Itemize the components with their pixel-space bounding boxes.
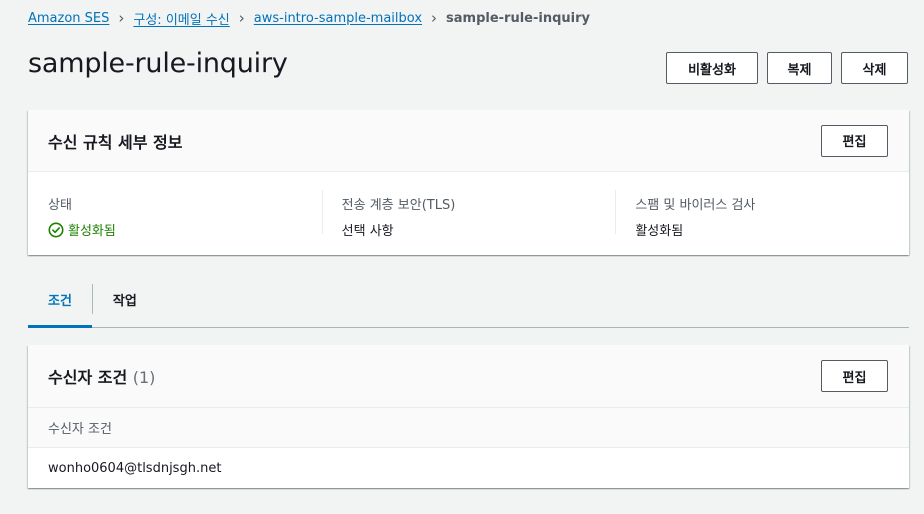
tab-actions[interactable]: 작업 — [93, 272, 157, 327]
tls-label: 전송 계층 보안(TLS) — [341, 198, 456, 213]
breadcrumb-link-ses[interactable]: Amazon SES — [28, 11, 109, 26]
recipient-conditions-title-text: 수신자 조건 — [48, 368, 128, 387]
chevron-right-icon: › — [238, 8, 245, 27]
spam-scan-label: 스팸 및 바이러스 검사 — [635, 198, 756, 213]
recipient-conditions-panel: 수신자 조건 (1) 편집 수신자 조건 wonho0604@tlsdnjsgh… — [28, 345, 909, 488]
spam-scan-field: 스팸 및 바이러스 검사 활성화됨 — [615, 188, 909, 239]
rule-details-body: 상태 활성화됨 전송 계층 보안(TLS) 선택 사항 스팸 및 바이러스 검사… — [28, 172, 909, 239]
edit-details-button[interactable]: 편집 — [821, 124, 888, 157]
rule-details-panel: 수신 규칙 세부 정보 편집 상태 활성화됨 전송 계층 보안(TLS) 선택 … — [28, 110, 909, 255]
breadcrumb-link-email-receiving[interactable]: 구성: 이메일 수신 — [133, 9, 229, 28]
disable-button[interactable]: 비활성화 — [666, 52, 758, 84]
status-label: 상태 — [48, 198, 72, 213]
check-circle-icon — [48, 222, 64, 237]
chevron-right-icon: › — [118, 8, 125, 27]
page-title: sample-rule-inquiry — [28, 48, 288, 79]
breadcrumb: Amazon SES › 구성: 이메일 수신 › aws-intro-samp… — [28, 8, 590, 28]
status-value: 활성화됨 — [48, 220, 322, 239]
rule-details-header: 수신 규칙 세부 정보 편집 — [28, 110, 909, 172]
spam-scan-value: 활성화됨 — [635, 224, 684, 239]
header-actions: 비활성화 복제 삭제 — [666, 52, 908, 84]
duplicate-button[interactable]: 복제 — [767, 52, 832, 84]
recipient-conditions-title: 수신자 조건 (1) — [48, 364, 155, 388]
rule-details-title: 수신 규칙 세부 정보 — [48, 132, 183, 152]
status-field: 상태 활성화됨 — [28, 188, 322, 239]
chevron-right-icon: › — [431, 8, 438, 27]
breadcrumb-link-rule-set[interactable]: aws-intro-sample-mailbox — [254, 11, 422, 26]
table-row: wonho0604@tlsdnjsgh.net — [48, 460, 222, 476]
edit-recipients-button[interactable]: 편집 — [821, 360, 888, 392]
recipient-count: (1) — [132, 368, 156, 387]
tls-field: 전송 계층 보안(TLS) 선택 사항 — [321, 188, 616, 239]
tls-value: 선택 사항 — [341, 224, 394, 239]
status-text: 활성화됨 — [68, 224, 116, 239]
breadcrumb-current: sample-rule-inquiry — [446, 10, 591, 26]
recipient-table-header: 수신자 조건 — [28, 408, 909, 448]
recipient-conditions-header: 수신자 조건 (1) 편집 — [28, 345, 909, 408]
delete-button[interactable]: 삭제 — [841, 52, 908, 84]
tab-list: 조건 작업 — [28, 272, 909, 328]
tab-conditions[interactable]: 조건 — [28, 272, 92, 328]
